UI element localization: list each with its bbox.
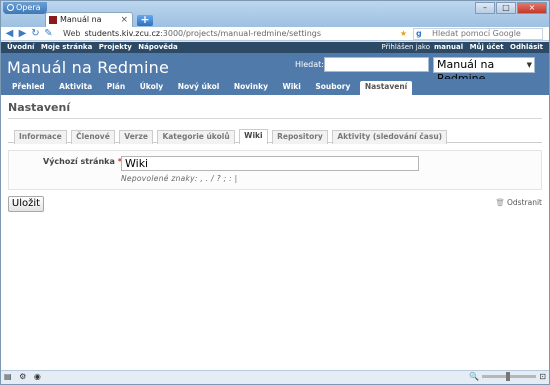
wiki-settings-box: Výchozí stránka * Wiki Nepovolené znaky: … <box>8 150 542 190</box>
close-tab-icon[interactable]: × <box>120 13 128 27</box>
settings-tabs: Informace Členové Verze Kategorie úkolů … <box>8 129 542 144</box>
panel-toggle-icon[interactable]: ▤ <box>4 372 12 381</box>
opera-menu-button[interactable]: Opera <box>3 2 47 14</box>
menu-settings[interactable]: Nastavení <box>359 81 413 97</box>
top-menu-projects[interactable]: Projekty <box>99 43 132 51</box>
google-icon: g <box>416 29 422 38</box>
zoom-icon[interactable]: 🔍 <box>469 372 479 381</box>
star-icon[interactable]: ★ <box>400 28 407 40</box>
tab-info[interactable]: Informace <box>14 130 67 144</box>
form-actions: Uložit 🗑 Odstranit <box>8 196 542 214</box>
maximize-button[interactable]: □ <box>496 2 516 14</box>
logout-link[interactable]: Odhlásit <box>510 43 543 51</box>
menu-overview[interactable]: Přehled <box>7 80 50 94</box>
project-header: Manuál na Redmine Hledat: Manuál na Redm… <box>1 53 549 85</box>
delete-label: Odstranit <box>507 198 542 207</box>
nav-buttons: ◀ ▶ ↻ ✎ <box>4 28 54 39</box>
start-page-label: Výchozí stránka * <box>43 157 122 166</box>
menu-roadmap[interactable]: Plán <box>102 80 130 94</box>
browser-search-input[interactable]: g Hledat pomocí Google <box>413 28 543 40</box>
browser-search-placeholder: Hledat pomocí Google <box>432 29 521 38</box>
browser-window: Opera Manuál na Redmi... × + – □ × ◀ ▶ ↻… <box>0 0 550 385</box>
search-input[interactable] <box>324 57 429 72</box>
page-title: Nastavení <box>8 101 542 119</box>
browser-tab[interactable]: Manuál na Redmi... × <box>45 12 133 38</box>
start-page-label-text: Výchozí stránka <box>43 157 115 166</box>
zoom-slider-knob[interactable] <box>506 372 511 381</box>
status-bar: ▤ ⚙ ◉ 🔍 ⊡ <box>1 370 549 384</box>
menu-new-issue[interactable]: Nový úkol <box>173 80 225 94</box>
tab-versions[interactable]: Verze <box>119 130 153 144</box>
save-button[interactable]: Uložit <box>8 196 44 212</box>
menu-news[interactable]: Novinky <box>229 80 273 94</box>
start-page-hint: Nepovolené znaky: , . / ? ; : | <box>121 174 238 183</box>
tab-activities[interactable]: Aktivity (sledování času) <box>332 130 448 144</box>
zoom-slider[interactable] <box>482 372 537 381</box>
tab-categories[interactable]: Kategorie úkolů <box>157 130 235 144</box>
project-select[interactable]: Manuál na Redmine ▼ <box>433 57 535 85</box>
menu-wiki[interactable]: Wiki <box>277 80 305 94</box>
web-page: Úvodní Moje stránka Projekty Nápověda Př… <box>1 42 549 370</box>
zoom-reset-icon[interactable]: ⊡ <box>539 372 546 381</box>
top-menu-right: Přihlášen jako manual Můj účet Odhlásit <box>377 42 543 53</box>
browser-toolbar: ◀ ▶ ↻ ✎ Web students.kiv.zcu.cz:3000/proj… <box>1 27 549 41</box>
status-left: ▤ ⚙ ◉ <box>4 372 46 381</box>
window-controls: – □ × <box>475 2 547 14</box>
start-page-input[interactable]: Wiki <box>121 156 419 171</box>
project-title: Manuál na Redmine <box>7 58 170 77</box>
settings-icon[interactable]: ⚙ <box>19 372 26 381</box>
content-area: Nastavení Informace Členové Verze Katego… <box>1 95 549 220</box>
tab-wiki[interactable]: Wiki <box>239 129 268 144</box>
trash-icon: 🗑 <box>495 198 506 207</box>
address-prefix: Web <box>63 29 81 38</box>
opera-menu-label: Opera <box>16 3 41 12</box>
tab-repository[interactable]: Repository <box>272 130 328 144</box>
address-bar[interactable]: Web students.kiv.zcu.cz:3000/projects/man… <box>61 28 409 40</box>
new-tab-button[interactable]: + <box>137 14 153 26</box>
menu-files[interactable]: Soubory <box>310 80 355 94</box>
menu-activity[interactable]: Aktivita <box>54 80 97 94</box>
main-menu: Přehled Aktivita Plán Úkoly Nový úkol No… <box>1 79 549 97</box>
top-menu-help[interactable]: Nápověda <box>138 43 177 51</box>
my-account-link[interactable]: Můj účet <box>470 43 504 51</box>
minimize-button[interactable]: – <box>475 2 495 14</box>
edit-icon[interactable]: ✎ <box>43 28 54 39</box>
menu-issues[interactable]: Úkoly <box>135 80 169 94</box>
user-link[interactable]: manual <box>434 43 463 51</box>
title-bar: Opera Manuál na Redmi... × + – □ × <box>1 1 549 38</box>
tab-members[interactable]: Členové <box>71 130 115 144</box>
address-host: students.kiv.zcu.cz <box>84 29 161 38</box>
search-label: Hledat: <box>295 60 324 69</box>
top-menu-my-page[interactable]: Moje stránka <box>41 43 92 51</box>
chevron-down-icon: ▼ <box>526 61 532 69</box>
zoom-controls: 🔍 ⊡ <box>469 372 546 381</box>
close-button[interactable]: × <box>517 2 547 14</box>
top-menu-home[interactable]: Úvodní <box>7 43 34 51</box>
delete-link[interactable]: 🗑 Odstranit <box>495 198 542 207</box>
turbo-icon[interactable]: ◉ <box>34 372 41 381</box>
forward-icon[interactable]: ▶ <box>17 28 28 39</box>
favicon-icon <box>49 16 57 24</box>
opera-logo-icon <box>7 4 14 11</box>
back-icon[interactable]: ◀ <box>4 28 15 39</box>
logged-in-label: Přihlášen jako <box>381 43 431 51</box>
top-menu: Úvodní Moje stránka Projekty Nápověda Př… <box>1 42 549 53</box>
reload-icon[interactable]: ↻ <box>30 28 41 39</box>
address-path: :3000/projects/manual-redmine/settings <box>160 29 322 38</box>
